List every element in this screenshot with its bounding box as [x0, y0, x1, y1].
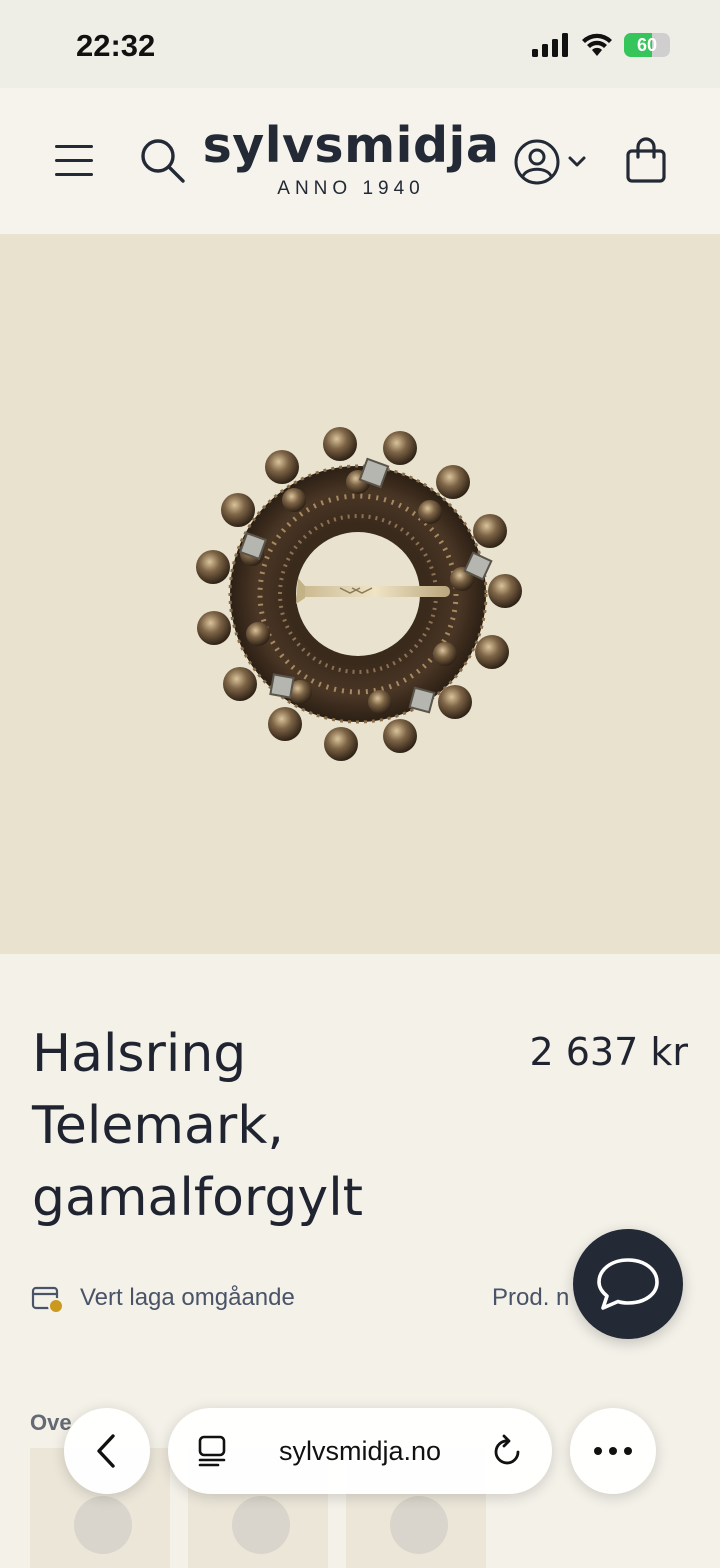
product-title: Halsring Telemark, gamalforgylt — [32, 1024, 364, 1228]
chevron-left-icon — [97, 1434, 115, 1468]
logo-name: sylvsmidja — [202, 117, 500, 174]
search-icon — [141, 139, 185, 183]
chat-button[interactable] — [573, 1229, 683, 1339]
status-icons: 60 — [532, 32, 670, 58]
more-button[interactable] — [570, 1408, 656, 1494]
shopping-bag-icon — [626, 137, 666, 183]
stock-status: Vert laga omgåande — [30, 1282, 295, 1314]
browser-toolbar: sylvsmidja.no — [0, 1400, 720, 1510]
account-button[interactable] — [510, 136, 590, 188]
product-price: 2 637 kr — [529, 1030, 689, 1074]
battery-level: 60 — [636, 34, 658, 55]
brooch-image — [196, 427, 522, 761]
cart-button[interactable] — [620, 132, 672, 188]
status-time: 22:32 — [76, 28, 156, 63]
site-logo[interactable]: sylvsmidja ANNO 1940 — [196, 118, 506, 200]
stock-status-text: Vert laga omgåande — [80, 1284, 295, 1311]
delivery-box-icon — [31, 1286, 64, 1314]
account-icon — [514, 139, 560, 185]
chevron-down-icon — [568, 156, 586, 167]
menu-icon — [55, 145, 93, 176]
wifi-icon — [582, 33, 612, 56]
logo-tagline: ANNO 1940 — [277, 178, 425, 199]
chat-bubble-icon — [597, 1258, 659, 1310]
address-bar[interactable]: sylvsmidja.no — [168, 1408, 552, 1494]
search-button[interactable] — [136, 134, 188, 186]
site-header: sylvsmidja ANNO 1940 — [0, 88, 720, 234]
reload-icon[interactable] — [492, 1434, 524, 1468]
signal-icon — [532, 33, 568, 57]
tab-overview-icon[interactable] — [196, 1434, 228, 1468]
product-image[interactable] — [0, 234, 720, 954]
url-text[interactable]: sylvsmidja.no — [279, 1436, 441, 1467]
more-dots-icon — [594, 1447, 632, 1455]
back-button[interactable] — [64, 1408, 150, 1494]
menu-button[interactable] — [50, 138, 98, 182]
product-number: Prod. n — [492, 1284, 570, 1311]
battery-icon: 60 — [624, 33, 670, 57]
status-bar: 22:32 60 — [0, 0, 720, 88]
